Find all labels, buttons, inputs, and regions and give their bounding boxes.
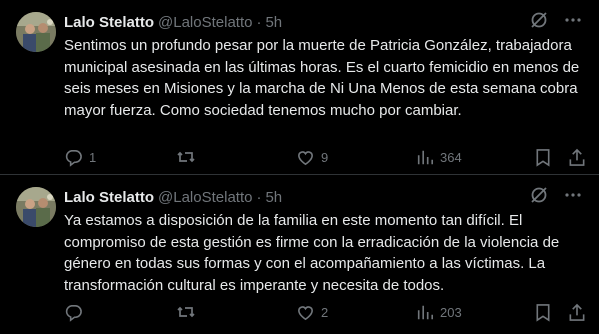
more-icon[interactable] xyxy=(563,10,583,30)
user-handle[interactable]: @LaloStelatto xyxy=(158,14,252,31)
like-button[interactable]: 9 xyxy=(296,147,328,167)
display-name[interactable]: Lalo Stelatto xyxy=(64,189,154,206)
grok-icon[interactable] xyxy=(529,185,549,205)
timestamp[interactable]: 5h xyxy=(265,14,282,31)
action-bar: 2 203 xyxy=(64,302,586,322)
bookmark-icon xyxy=(536,148,550,167)
views-count: 203 xyxy=(440,304,462,320)
views-icon xyxy=(417,150,434,165)
timestamp[interactable]: 5h xyxy=(265,189,282,206)
tweet[interactable]: Lalo Stelatto @LaloStelatto · 5h Ya esta… xyxy=(0,175,599,334)
retweet-button[interactable] xyxy=(176,302,202,322)
share-button[interactable] xyxy=(568,302,586,322)
bookmark-button[interactable] xyxy=(534,147,552,167)
bookmark-button[interactable] xyxy=(534,302,552,322)
display-name[interactable]: Lalo Stelatto xyxy=(64,14,154,31)
tweet-text: Sentimos un profundo pesar por la muerte… xyxy=(64,37,580,119)
share-icon xyxy=(569,303,585,321)
separator: · xyxy=(256,13,262,31)
tweet-text: Ya estamos a disposición de la familia e… xyxy=(64,212,560,294)
avatar[interactable] xyxy=(16,187,56,227)
share-icon xyxy=(569,148,585,166)
like-count: 9 xyxy=(321,149,329,165)
retweet-icon xyxy=(177,306,195,318)
grok-icon[interactable] xyxy=(529,10,549,30)
reply-icon xyxy=(65,149,82,167)
tweet[interactable]: Lalo Stelatto @LaloStelatto · 5h Sentimo… xyxy=(0,0,599,175)
separator: · xyxy=(256,188,262,206)
like-icon xyxy=(298,305,313,320)
reply-count: 1 xyxy=(89,149,97,165)
like-count: 2 xyxy=(321,304,329,320)
tweet-header: Lalo Stelatto @LaloStelatto · 5h xyxy=(64,187,583,207)
views-icon xyxy=(417,305,434,320)
retweet-button[interactable] xyxy=(176,147,202,167)
views-button[interactable]: 364 xyxy=(416,147,462,167)
avatar-photo xyxy=(16,187,56,227)
bookmark-icon xyxy=(536,303,550,322)
views-count: 364 xyxy=(440,149,462,165)
like-button[interactable]: 2 xyxy=(296,302,328,322)
retweet-icon xyxy=(177,151,195,163)
action-bar: 1 9 364 xyxy=(64,147,586,167)
views-button[interactable]: 203 xyxy=(416,302,462,322)
share-button[interactable] xyxy=(568,147,586,167)
avatar[interactable] xyxy=(16,12,56,52)
reply-button[interactable]: 1 xyxy=(64,147,96,167)
reply-icon xyxy=(65,304,82,322)
reply-button[interactable] xyxy=(64,302,89,322)
user-handle[interactable]: @LaloStelatto xyxy=(158,189,252,206)
more-icon[interactable] xyxy=(563,185,583,205)
tweet-header: Lalo Stelatto @LaloStelatto · 5h xyxy=(64,12,583,32)
avatar-photo xyxy=(16,12,56,52)
like-icon xyxy=(298,150,313,165)
